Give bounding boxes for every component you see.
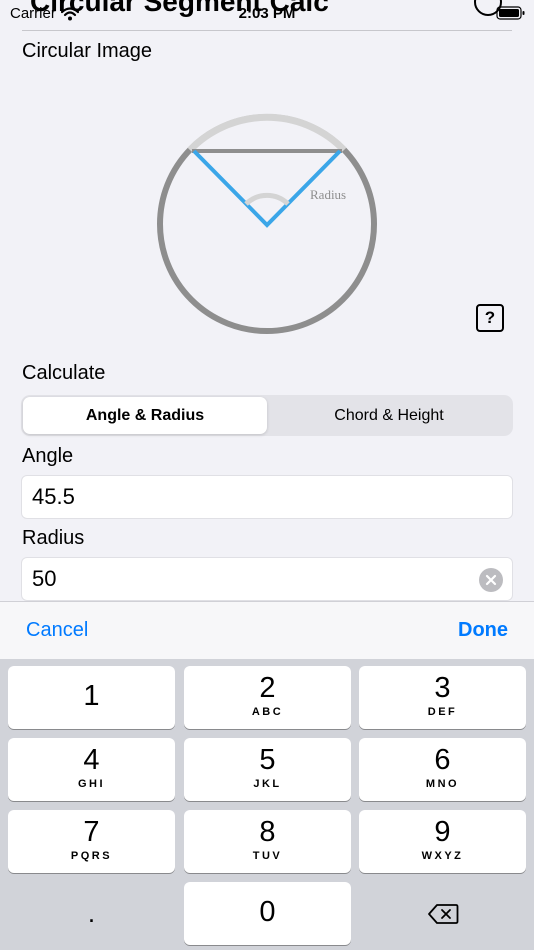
key-digit: 4	[83, 744, 100, 776]
nav-title: Circular Segment Calc	[30, 0, 329, 17]
radius-label: Radius	[22, 527, 85, 549]
segment-chord-height[interactable]: Chord & Height	[267, 397, 511, 434]
diagram-segment-arc	[187, 113, 347, 153]
key-1[interactable]: 1	[8, 666, 175, 729]
done-button[interactable]: Done	[458, 619, 508, 642]
key-7[interactable]: 7 PQRS	[8, 810, 175, 873]
key-0[interactable]: 0	[184, 882, 351, 945]
angle-input[interactable]: 45.5	[21, 475, 513, 519]
radius-value: 50	[32, 566, 57, 591]
diagram-angle-arc	[244, 192, 290, 206]
key-digit: 3	[434, 672, 451, 704]
key-digit: 7	[83, 816, 100, 848]
help-button-label: ?	[484, 308, 496, 327]
key-delete[interactable]	[359, 882, 526, 945]
key-9[interactable]: 9 WXYZ	[359, 810, 526, 873]
key-8[interactable]: 8 TUV	[184, 810, 351, 873]
nav-divider	[22, 30, 512, 31]
diagram-radius-label: Radius	[310, 187, 346, 202]
key-letters: TUV	[252, 850, 283, 862]
key-digit: 5	[259, 744, 276, 776]
mode-segmented-control: Angle & Radius Chord & Height	[21, 395, 513, 436]
key-digit: 0	[259, 896, 276, 928]
key-4[interactable]: 4 GHI	[8, 738, 175, 801]
calculate-heading: Calculate	[22, 362, 106, 384]
key-letters: DEF	[427, 706, 458, 718]
key-5[interactable]: 5 JKL	[184, 738, 351, 801]
key-letters: ABC	[251, 706, 284, 718]
number-pad: 1 2 ABC 3 DEF 4 GHI 5 JKL 6 MNO 7 PQRS 8…	[0, 659, 534, 950]
radius-input[interactable]: 50	[21, 557, 513, 601]
key-6[interactable]: 6 MNO	[359, 738, 526, 801]
key-digit: 9	[434, 816, 451, 848]
segment-angle-radius[interactable]: Angle & Radius	[23, 397, 267, 434]
key-digit: 1	[83, 680, 100, 712]
delete-backward-icon	[427, 903, 458, 924]
key-letters: WXYZ	[421, 850, 464, 862]
key-2[interactable]: 2 ABC	[184, 666, 351, 729]
key-3[interactable]: 3 DEF	[359, 666, 526, 729]
cancel-button[interactable]: Cancel	[26, 619, 88, 642]
key-digit: 6	[434, 744, 451, 776]
angle-label: Angle	[22, 445, 74, 467]
key-letters: MNO	[425, 778, 460, 790]
key-digit: 2	[259, 672, 276, 704]
clear-text-icon[interactable]	[479, 568, 503, 592]
decimal-label: .	[87, 898, 96, 928]
key-letters: JKL	[253, 778, 282, 790]
circular-image-heading: Circular Image	[22, 40, 153, 62]
keyboard-toolbar: Cancel Done	[0, 601, 534, 659]
help-button[interactable]: ?	[476, 304, 504, 332]
key-letters: PQRS	[70, 850, 113, 862]
key-decimal[interactable]: .	[8, 882, 175, 945]
angle-value: 45.5	[32, 484, 75, 509]
key-digit: 8	[259, 816, 276, 848]
circular-segment-diagram: Radius	[157, 113, 377, 334]
key-letters: GHI	[77, 778, 106, 790]
